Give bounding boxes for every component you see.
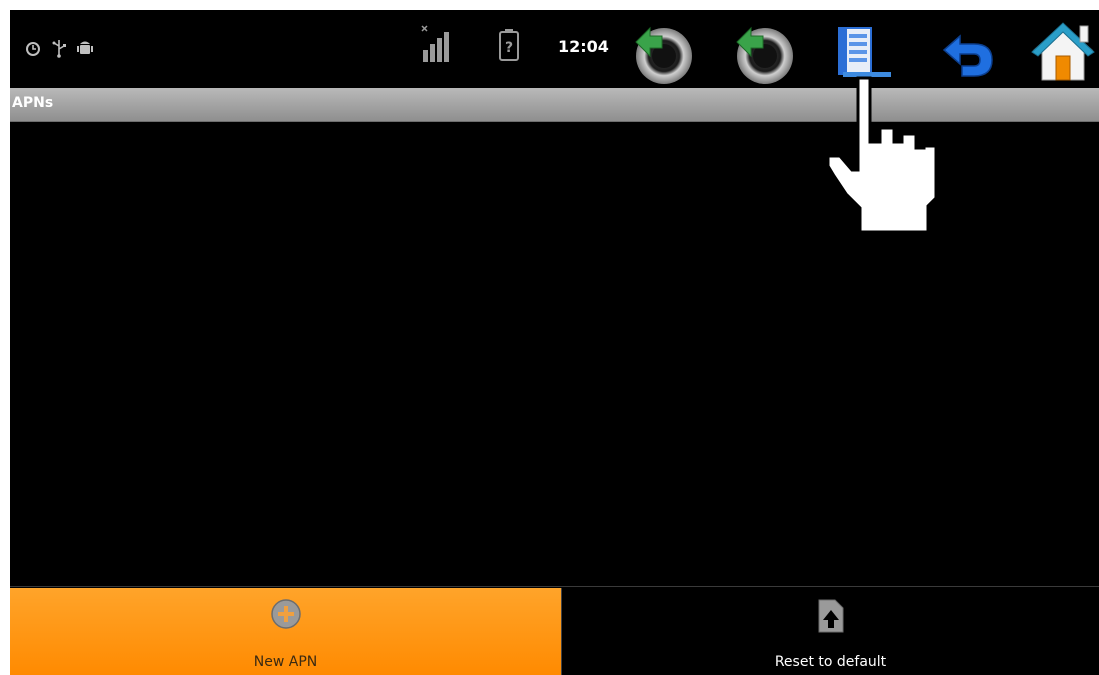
- page-title: APNs: [12, 95, 54, 111]
- android-debug-icon: [77, 41, 93, 54]
- add-circle-icon: [270, 599, 301, 629]
- clock-time: 12:04: [558, 37, 609, 56]
- new-apn-label: New APN: [253, 654, 318, 670]
- bottom-action-bar: New APN Reset to default: [10, 586, 1099, 675]
- android-screen: ? 12:04 APNs New APN Reset to default: [10, 10, 1099, 675]
- new-apn-button[interactable]: New APN: [10, 588, 562, 675]
- usb-icon: [52, 40, 66, 58]
- svg-text:?: ?: [505, 40, 513, 56]
- signal-icon: [421, 25, 449, 62]
- volume-up-icon[interactable]: [731, 20, 797, 86]
- reset-document-icon: [818, 599, 843, 633]
- hand-pointer-cursor: [826, 76, 938, 234]
- reset-to-default-label: Reset to default: [774, 654, 887, 670]
- reset-to-default-button[interactable]: Reset to default: [562, 588, 1099, 675]
- battery-unknown-icon: ?: [499, 29, 519, 61]
- volume-down-icon[interactable]: [630, 20, 696, 86]
- back-icon[interactable]: [940, 32, 996, 80]
- home-icon[interactable]: [1030, 18, 1096, 84]
- clock-alarm-icon: [26, 42, 40, 56]
